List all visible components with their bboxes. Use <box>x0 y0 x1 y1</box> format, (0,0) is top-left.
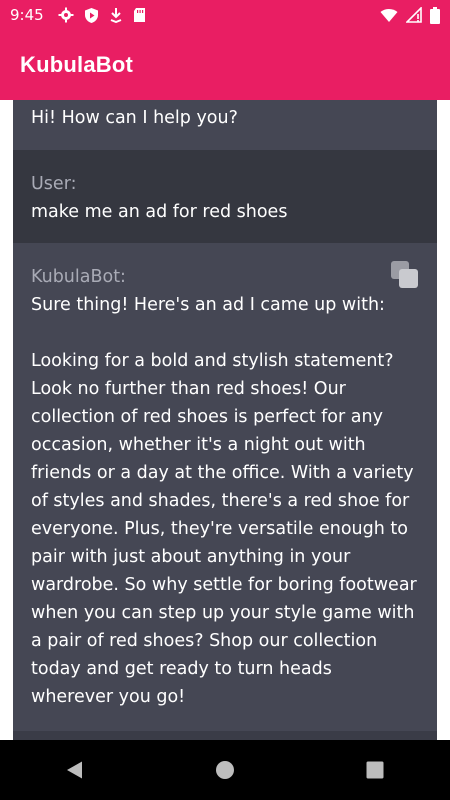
message-text: make me an ad for red shoes <box>31 202 288 222</box>
download-icon <box>109 7 123 23</box>
settings-icon <box>58 7 74 23</box>
wifi-icon <box>380 8 398 23</box>
app-title: KubulaBot <box>20 52 134 77</box>
home-icon[interactable] <box>205 750 245 790</box>
copy-icon[interactable] <box>391 261 419 289</box>
bot-message: Hi! How can I help you? <box>13 100 437 150</box>
chat-area[interactable]: Hi! How can I help you? User: make me an… <box>0 100 450 740</box>
next-message-edge <box>13 731 437 740</box>
nav-bar <box>0 740 450 800</box>
status-time: 9:45 <box>10 6 44 24</box>
status-right <box>380 6 440 24</box>
screen: 9:45 KubulaBot Hi! How can I help you? U… <box>0 0 450 800</box>
sd-card-icon <box>133 7 146 23</box>
message-text: Sure thing! Here's an ad I came up with:… <box>31 295 417 707</box>
status-left: 9:45 <box>10 6 146 24</box>
bot-message: KubulaBot: Sure thing! Here's an ad I ca… <box>13 243 437 731</box>
app-bar: KubulaBot <box>0 30 450 100</box>
message-text: Hi! How can I help you? <box>31 108 238 128</box>
battery-icon <box>430 6 440 24</box>
sender-label: KubulaBot: <box>31 267 126 287</box>
sender-label: User: <box>31 174 77 194</box>
recents-icon[interactable] <box>355 750 395 790</box>
user-message: User: make me an ad for red shoes <box>13 150 437 243</box>
back-icon[interactable] <box>55 750 95 790</box>
shield-icon <box>84 7 99 24</box>
signal-icon <box>406 7 422 23</box>
chat-list: Hi! How can I help you? User: make me an… <box>13 100 437 740</box>
status-bar: 9:45 <box>0 0 450 30</box>
